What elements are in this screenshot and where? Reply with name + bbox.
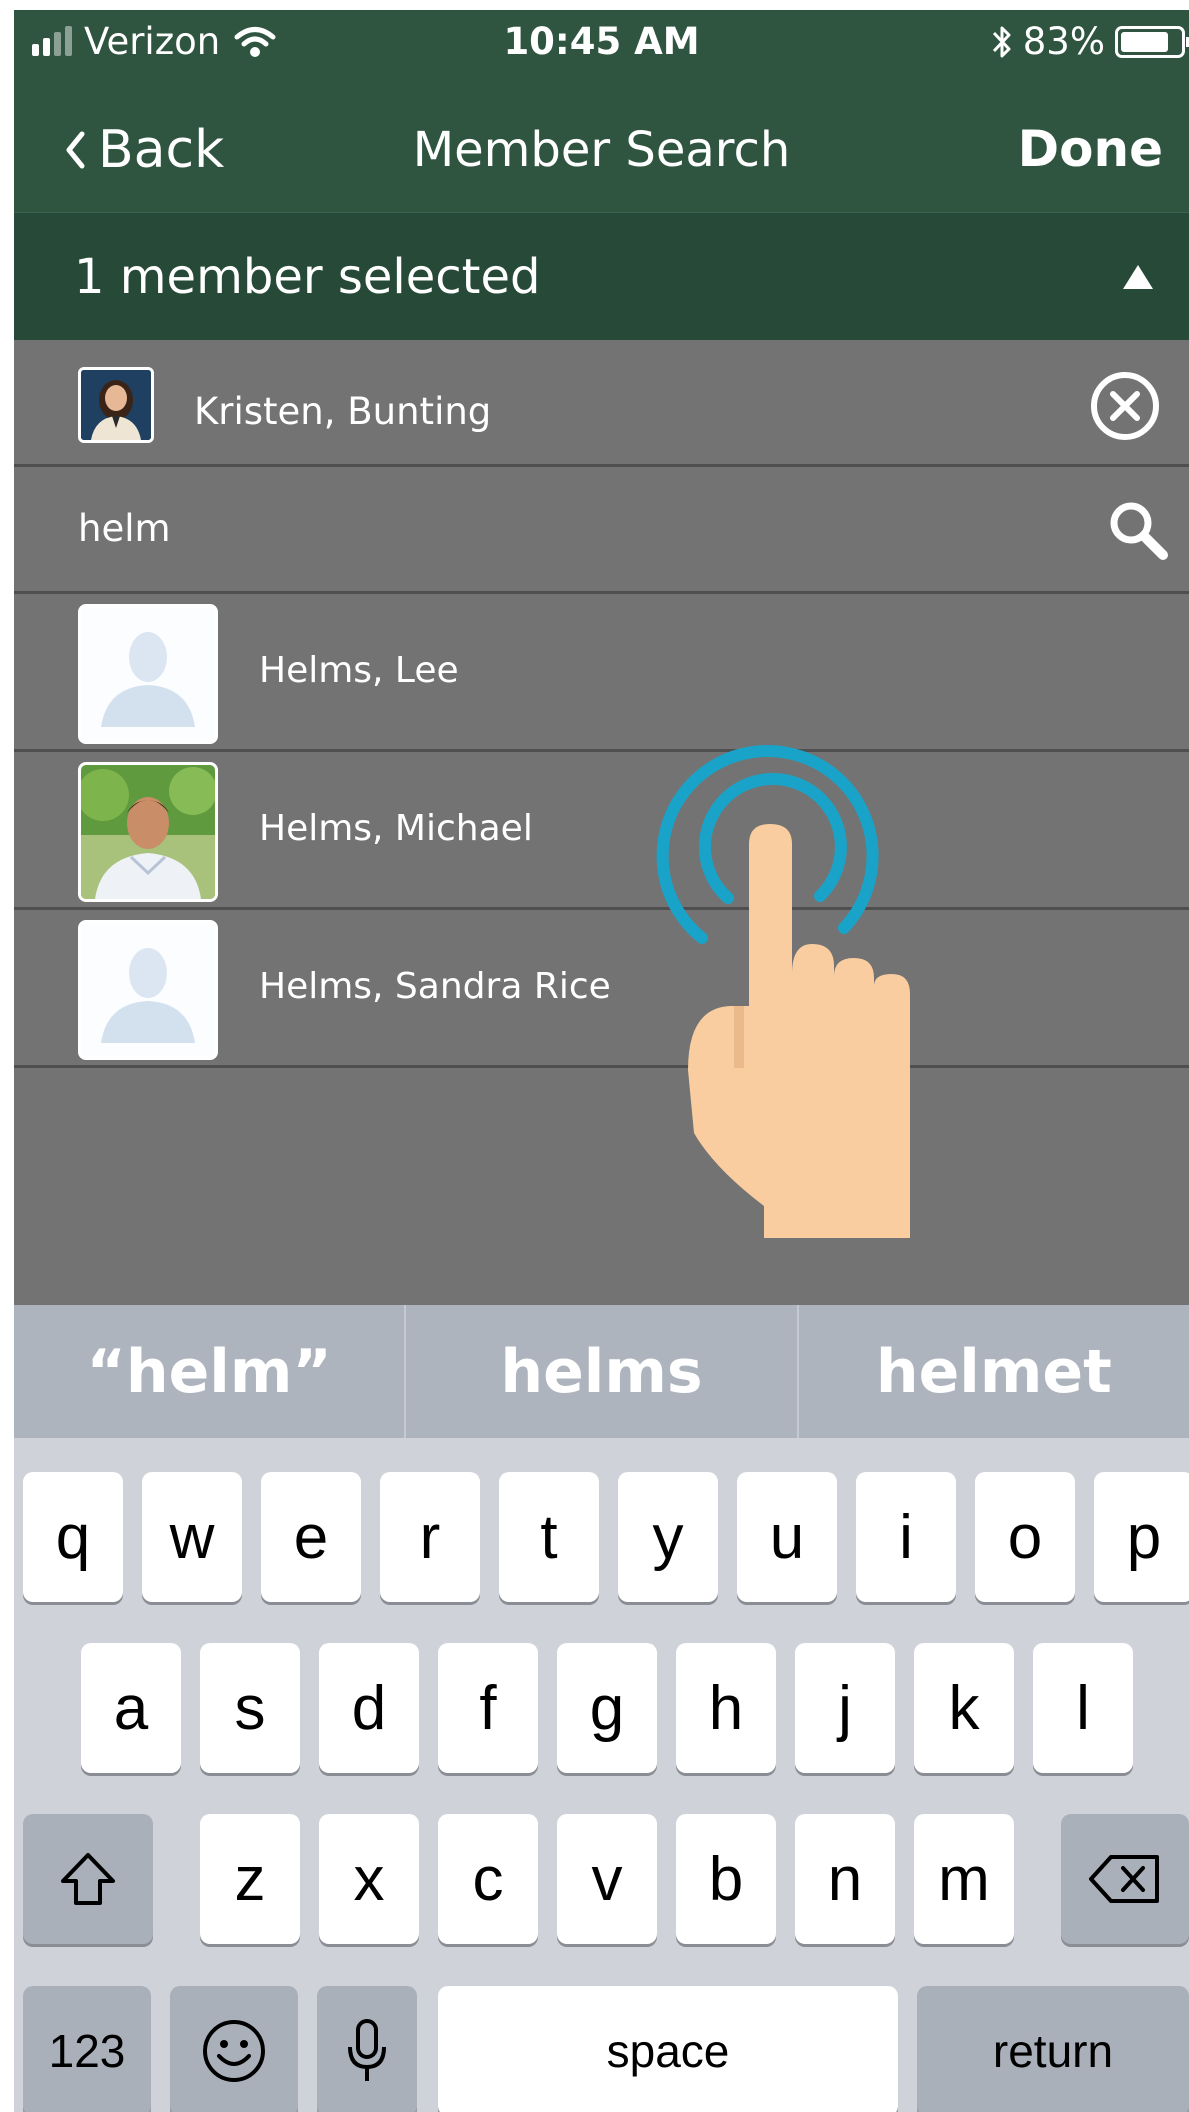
triangle-up-icon[interactable] [1123, 265, 1153, 289]
key-e[interactable]: e [261, 1472, 361, 1602]
key-b[interactable]: b [676, 1814, 776, 1944]
key-g[interactable]: g [557, 1643, 657, 1773]
shift-key[interactable] [23, 1814, 153, 1944]
search-input[interactable] [78, 503, 978, 553]
delete-icon [1089, 1855, 1159, 1903]
selected-member-chip: Kristen, Bunting [14, 340, 1189, 467]
avatar-placeholder [78, 604, 218, 744]
search-icon[interactable] [1107, 499, 1169, 561]
return-key[interactable]: return [917, 1986, 1189, 2112]
search-row [14, 467, 1189, 594]
avatar [78, 762, 218, 902]
key-n[interactable]: n [795, 1814, 895, 1944]
key-r[interactable]: r [380, 1472, 480, 1602]
list-item[interactable]: Helms, Sandra Rice [14, 910, 1189, 1068]
suggestion-item[interactable]: helms [404, 1305, 796, 1438]
suggestion-bar: “helm” helms helmet [14, 1305, 1189, 1438]
status-right: 83% [991, 20, 1189, 63]
list-item[interactable]: Helms, Michael [14, 752, 1189, 910]
key-a[interactable]: a [81, 1643, 181, 1773]
key-i[interactable]: i [856, 1472, 956, 1602]
selection-summary: 1 member selected [74, 249, 541, 305]
battery-percent: 83% [1022, 20, 1105, 63]
key-v[interactable]: v [557, 1814, 657, 1944]
bluetooth-icon [992, 26, 1011, 57]
avatar-placeholder [78, 920, 218, 1060]
battery-fill [1121, 31, 1169, 52]
key-d[interactable]: d [319, 1643, 419, 1773]
numbers-key[interactable]: 123 [23, 1986, 151, 2112]
member-name: Helms, Sandra Rice [259, 966, 611, 1007]
header: Verizon 10:45 AM 83% Back Member Search … [14, 10, 1189, 212]
keyboard: “helm” helms helmet q w e r t y u i o p … [14, 1305, 1189, 2112]
member-name: Helms, Lee [259, 650, 459, 691]
space-key[interactable]: space [438, 1986, 898, 2112]
key-l[interactable]: l [1033, 1643, 1133, 1773]
battery-icon [1115, 25, 1189, 58]
key-x[interactable]: x [319, 1814, 419, 1944]
key-c[interactable]: c [438, 1814, 538, 1944]
key-u[interactable]: u [737, 1472, 837, 1602]
key-j[interactable]: j [795, 1643, 895, 1773]
key-z[interactable]: z [200, 1814, 300, 1944]
status-bar: Verizon 10:45 AM 83% [14, 10, 1189, 74]
key-o[interactable]: o [975, 1472, 1075, 1602]
key-k[interactable]: k [914, 1643, 1014, 1773]
key-y[interactable]: y [618, 1472, 718, 1602]
nav-bar: Back Member Search Done [14, 80, 1189, 210]
suggestion-item[interactable]: “helm” [14, 1305, 404, 1438]
emoji-icon [203, 2020, 265, 2082]
avatar [78, 367, 154, 443]
key-h[interactable]: h [676, 1643, 776, 1773]
dictation-key[interactable] [317, 1986, 417, 2112]
close-circle-icon[interactable] [1089, 370, 1161, 442]
member-name: Helms, Michael [259, 808, 533, 849]
selected-member-name: Kristen, Bunting [194, 390, 492, 433]
shift-icon [61, 1853, 115, 1905]
suggestion-item[interactable]: helmet [796, 1305, 1189, 1438]
key-t[interactable]: t [499, 1472, 599, 1602]
done-button[interactable]: Done [1018, 120, 1163, 178]
key-s[interactable]: s [200, 1643, 300, 1773]
app-screen: Verizon 10:45 AM 83% Back Member Search … [14, 10, 1189, 2112]
emoji-key[interactable] [170, 1986, 298, 2112]
key-w[interactable]: w [142, 1472, 242, 1602]
page-title: Member Search [412, 122, 791, 178]
key-m[interactable]: m [914, 1814, 1014, 1944]
delete-key[interactable] [1061, 1814, 1189, 1944]
selection-summary-bar[interactable]: 1 member selected [14, 212, 1189, 341]
key-p[interactable]: p [1094, 1472, 1189, 1602]
microphone-icon [348, 2019, 386, 2081]
key-q[interactable]: q [23, 1472, 123, 1602]
list-item[interactable]: Helms, Lee [14, 594, 1189, 752]
key-f[interactable]: f [438, 1643, 538, 1773]
